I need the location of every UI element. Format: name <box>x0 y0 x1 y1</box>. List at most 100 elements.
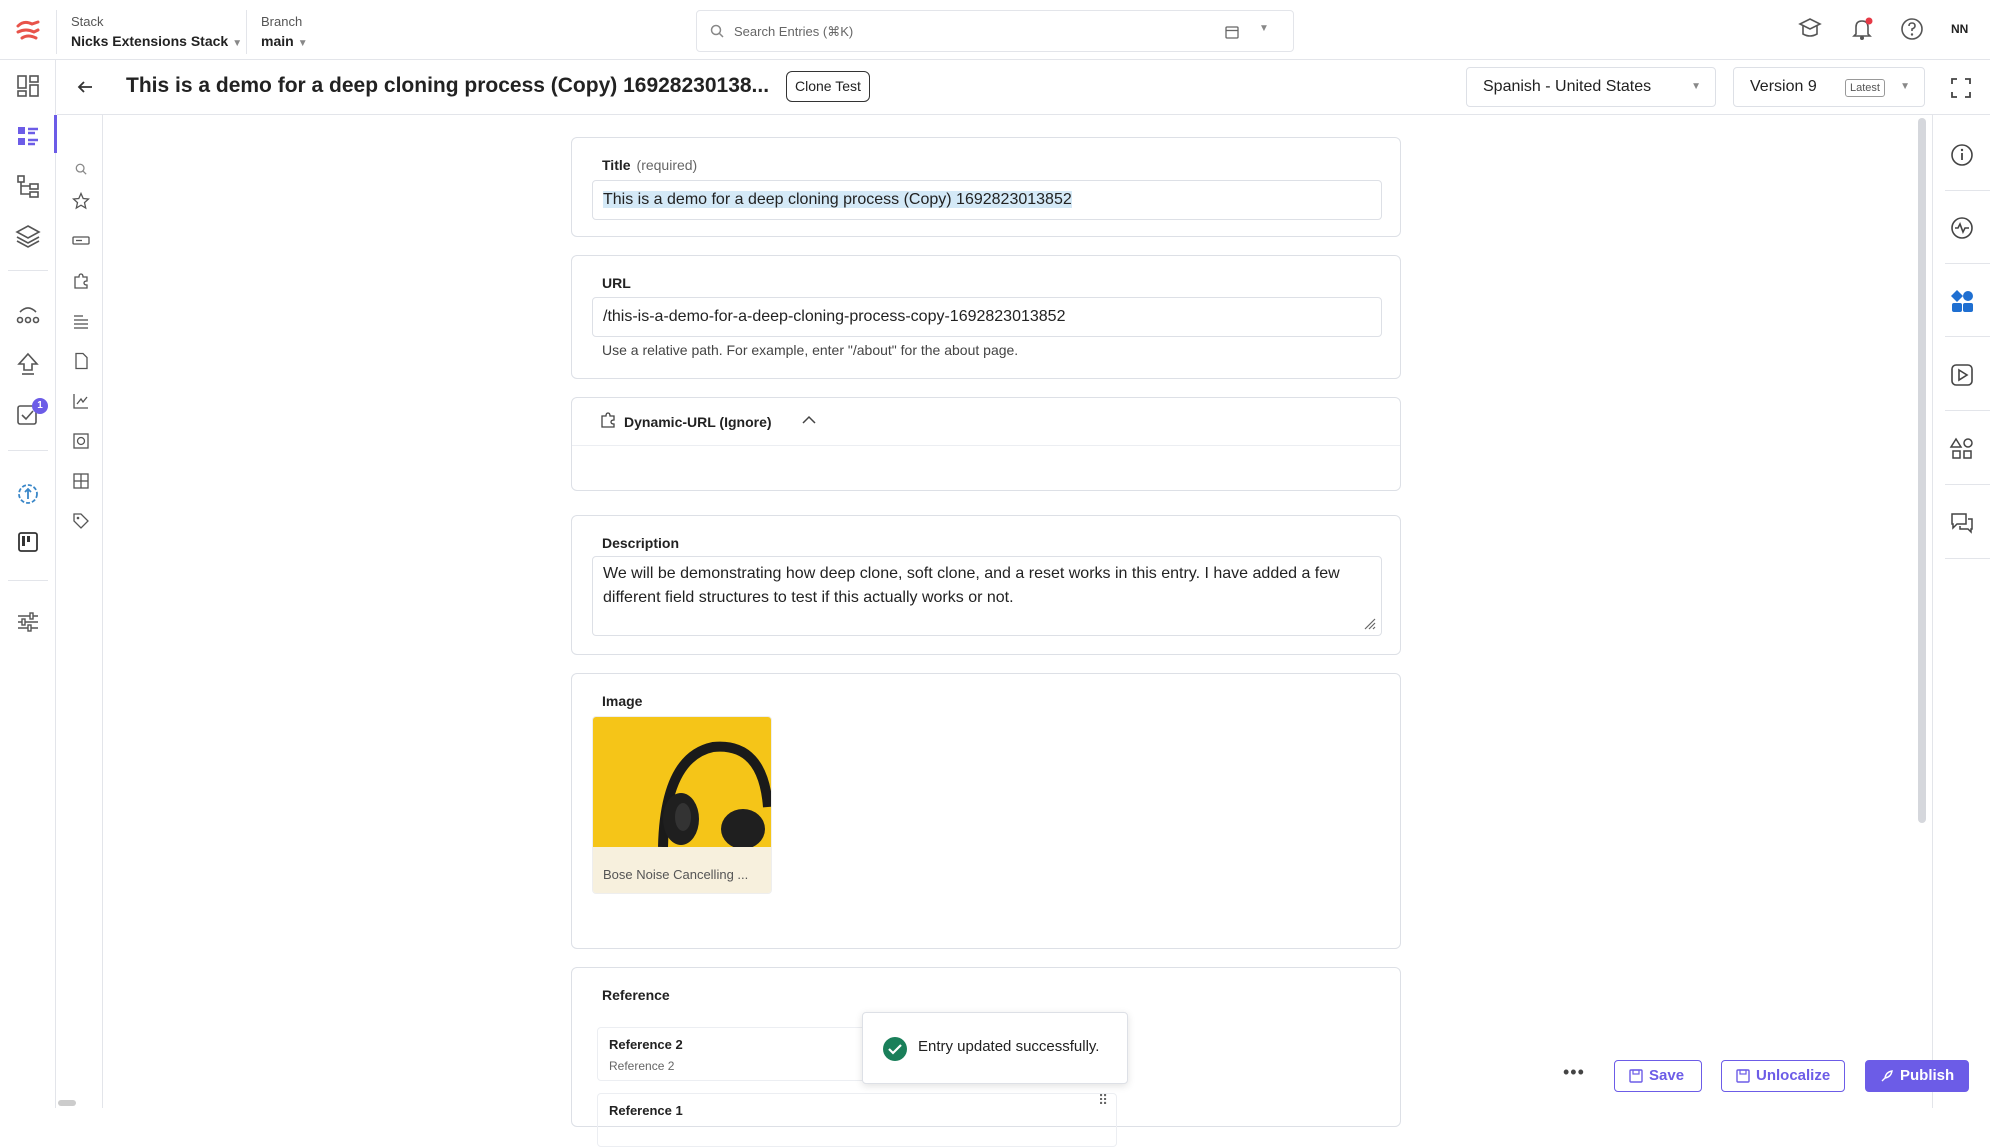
file-icon[interactable] <box>72 352 90 370</box>
reference-item[interactable]: Reference 1 <box>597 1093 1117 1147</box>
search-icon <box>710 24 724 38</box>
dynamic-url-label: Dynamic-URL (Ignore) <box>624 414 772 430</box>
workflow-icon[interactable] <box>14 300 42 328</box>
description-field-card: Description We will be demonstrating how… <box>571 515 1401 655</box>
search-fields-icon[interactable] <box>75 163 87 175</box>
headphones-image <box>593 717 771 849</box>
board-app-icon[interactable] <box>14 528 42 556</box>
contentstack-logo[interactable] <box>14 16 42 44</box>
chevron-down-icon[interactable]: ▼ <box>1259 23 1269 34</box>
entry-header: This is a demo for a deep cloning proces… <box>57 60 1990 115</box>
entries-icon[interactable] <box>14 122 42 150</box>
publish-label: Publish <box>1900 1067 1955 1084</box>
field-tool-strip <box>57 115 103 1108</box>
toast-message: Entry updated successfully. <box>918 1038 1100 1055</box>
title-label-text: Title <box>602 157 631 173</box>
branch-selector[interactable]: Branch main ▼ <box>261 14 308 49</box>
calendar-icon[interactable] <box>1225 25 1239 39</box>
version-value: Version 9 <box>1750 78 1817 95</box>
asset-frame-icon[interactable] <box>72 432 90 450</box>
comments-icon[interactable] <box>1949 510 1975 536</box>
publish-button[interactable]: Publish <box>1865 1060 1969 1092</box>
chevron-down-icon: ▼ <box>1900 81 1910 92</box>
image-caption: Bose Noise Cancelling ... <box>593 847 771 893</box>
video-play-icon[interactable] <box>1949 362 1975 388</box>
image-asset-thumbnail[interactable]: Bose Noise Cancelling ... <box>592 716 772 894</box>
fullscreen-icon[interactable] <box>1950 77 1972 99</box>
right-sidebar <box>1932 115 1990 1108</box>
dynamic-url-header[interactable]: Dynamic-URL (Ignore) <box>572 398 1400 446</box>
title-input-value: This is a demo for a deep cloning proces… <box>603 191 1072 208</box>
search-input[interactable]: Search Entries (⌘K) ▼ <box>696 10 1294 52</box>
content-models-icon[interactable] <box>14 172 42 200</box>
save-label: Save <box>1649 1067 1685 1084</box>
star-icon[interactable] <box>72 192 90 210</box>
title-input[interactable]: This is a demo for a deep cloning proces… <box>592 180 1382 220</box>
image-field-card: Image Bose Noise Cancelling ... <box>571 673 1401 949</box>
activity-pulse-icon[interactable] <box>1949 215 1975 241</box>
url-help-text: Use a relative path. For example, enter … <box>602 342 1019 358</box>
reference-field-label: Reference <box>602 987 670 1003</box>
assets-layers-icon[interactable] <box>14 222 42 250</box>
required-marker: (required) <box>636 157 698 173</box>
table-grid-icon[interactable] <box>72 472 90 490</box>
dynamic-url-card: Dynamic-URL (Ignore) <box>571 397 1401 491</box>
description-textarea[interactable]: We will be demonstrating how deep clone,… <box>592 556 1382 636</box>
task-count-badge: 1 <box>32 398 48 414</box>
success-check-icon <box>883 1037 907 1061</box>
branch-label: Branch <box>261 14 303 29</box>
version-select[interactable]: Version 9 Latest ▼ <box>1733 67 1925 107</box>
extension-puzzle-icon[interactable] <box>72 272 90 290</box>
entry-tag-button[interactable]: Clone Test <box>786 71 870 102</box>
unlocalize-label: Unlocalize <box>1756 1067 1831 1084</box>
title-field-label: Title (required) <box>602 157 697 173</box>
drag-handle-icon[interactable]: ⠿ <box>1098 1092 1108 1109</box>
save-button[interactable]: Save <box>1614 1060 1702 1092</box>
description-field-label: Description <box>602 535 680 551</box>
tag-icon[interactable] <box>72 512 90 530</box>
url-field-label: URL <box>602 275 631 291</box>
chart-icon[interactable] <box>72 392 90 410</box>
info-icon[interactable] <box>1949 142 1975 168</box>
back-arrow-icon[interactable] <box>76 78 94 96</box>
success-toast: Entry updated successfully. <box>862 1012 1128 1084</box>
vertical-scrollbar[interactable] <box>1918 118 1926 823</box>
task-count: 1 <box>37 400 43 411</box>
widgets-app-icon[interactable] <box>1949 288 1975 314</box>
entry-title: This is a demo for a deep cloning proces… <box>126 74 770 97</box>
save-icon <box>1629 1069 1643 1083</box>
dashboard-icon[interactable] <box>14 72 42 100</box>
shapes-icon[interactable] <box>1949 436 1975 462</box>
locale-select[interactable]: Spanish - United States ▼ <box>1466 67 1716 107</box>
stack-selector[interactable]: Stack Nicks Extensions Stack ▼ <box>71 14 242 49</box>
left-navigation: 1 <box>0 60 56 1108</box>
reference-item-subtitle: Reference 2 <box>609 1059 675 1073</box>
unlocalize-button[interactable]: Unlocalize <box>1721 1060 1845 1092</box>
stack-label: Stack <box>71 14 104 29</box>
branch-name: main <box>261 33 294 49</box>
text-field-icon[interactable] <box>72 232 90 250</box>
rocket-icon <box>1881 1070 1893 1082</box>
search-placeholder: Search Entries (⌘K) <box>734 24 854 39</box>
resize-handle-icon[interactable] <box>1363 617 1377 631</box>
latest-badge: Latest <box>1845 79 1885 97</box>
save-icon <box>1736 1069 1750 1083</box>
stack-name: Nicks Extensions Stack <box>71 33 229 49</box>
notification-bell-icon[interactable] <box>1849 16 1875 42</box>
chevron-down-icon: ▼ <box>232 38 243 49</box>
chevron-up-icon[interactable] <box>802 415 816 425</box>
academy-icon[interactable] <box>1797 16 1823 42</box>
publish-queue-icon[interactable] <box>14 350 42 378</box>
chevron-down-icon: ▼ <box>1691 81 1701 92</box>
user-avatar[interactable]: NN <box>1951 22 1968 36</box>
more-options-button[interactable]: ••• <box>1563 1062 1585 1083</box>
marketplace-app-icon[interactable] <box>14 480 42 508</box>
locale-value: Spanish - United States <box>1483 78 1652 95</box>
help-icon[interactable] <box>1899 16 1925 42</box>
rich-text-icon[interactable] <box>72 312 90 330</box>
extension-puzzle-icon <box>601 412 615 428</box>
reference-item-title: Reference 1 <box>609 1103 683 1118</box>
settings-sliders-icon[interactable] <box>14 608 42 636</box>
url-input[interactable]: /this-is-a-demo-for-a-deep-cloning-proce… <box>592 297 1382 337</box>
horizontal-scrollbar[interactable] <box>58 1100 76 1106</box>
